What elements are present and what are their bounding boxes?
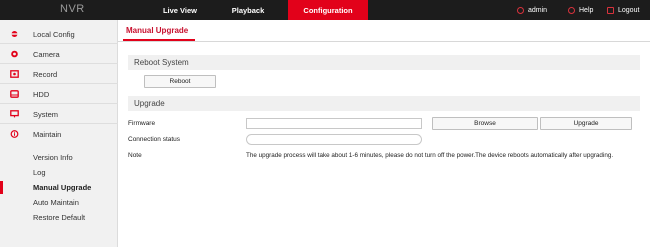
sidebar-sub-version-info[interactable]: Version Info xyxy=(33,153,73,162)
connection-status-label: Connection status xyxy=(128,136,181,143)
upgrade-button[interactable]: Upgrade xyxy=(540,117,632,130)
top-bar: NVR Live View Playback Configuration adm… xyxy=(0,0,650,20)
reboot-button[interactable]: Reboot xyxy=(144,75,216,88)
nav-configuration[interactable]: Configuration xyxy=(288,0,368,20)
sidebar: Local Config Camera Record HDD System Ma… xyxy=(0,20,118,247)
sidebar-sub-log[interactable]: Log xyxy=(33,168,46,177)
logout-icon xyxy=(607,6,614,14)
help-label: Help xyxy=(579,6,594,14)
sidebar-item-record[interactable]: Record xyxy=(0,64,118,84)
sidebar-item-hdd[interactable]: HDD xyxy=(0,84,118,104)
sidebar-sub-manual-upgrade[interactable]: Manual Upgrade xyxy=(33,183,91,192)
sidebar-item-camera[interactable]: Camera xyxy=(0,44,118,64)
firmware-label: Firmware xyxy=(128,120,156,127)
info-icon xyxy=(10,130,19,138)
admin-user[interactable]: admin xyxy=(517,0,547,20)
logout-link[interactable]: Logout xyxy=(607,0,639,20)
tab-divider xyxy=(118,41,650,42)
help-icon xyxy=(568,6,575,14)
logout-label: Logout xyxy=(618,6,640,14)
sidebar-item-label: Camera xyxy=(33,50,60,59)
monitor-icon xyxy=(10,110,19,118)
record-icon xyxy=(10,70,19,78)
main-panel: Manual Upgrade Reboot System Reboot Upgr… xyxy=(118,20,650,247)
nav-playback[interactable]: Playback xyxy=(218,0,278,20)
nav-live-view[interactable]: Live View xyxy=(150,0,210,20)
sidebar-item-system[interactable]: System xyxy=(0,104,118,124)
note-text: The upgrade process will take about 1-6 … xyxy=(246,152,614,159)
firmware-path-field[interactable] xyxy=(246,118,422,129)
sidebar-sub-auto-maintain[interactable]: Auto Maintain xyxy=(33,198,79,207)
user-icon xyxy=(517,6,524,14)
sidebar-item-label: Local Config xyxy=(33,30,75,39)
help-link[interactable]: Help xyxy=(568,0,593,20)
sidebar-sub-restore-default[interactable]: Restore Default xyxy=(33,213,85,222)
sidebar-item-label: Record xyxy=(33,70,58,79)
hdd-icon xyxy=(10,90,19,98)
tab-manual-upgrade[interactable]: Manual Upgrade xyxy=(126,26,188,35)
sidebar-item-maintain[interactable]: Maintain xyxy=(0,124,118,144)
camera-icon xyxy=(11,50,18,58)
nvr-logo: NVR xyxy=(60,3,85,15)
sidebar-item-label: HDD xyxy=(33,90,50,99)
note-label: Note xyxy=(128,152,142,159)
reboot-section-header: Reboot System xyxy=(128,55,640,70)
sidebar-item-label: Maintain xyxy=(33,130,62,139)
admin-label: admin xyxy=(528,6,548,14)
active-indicator xyxy=(0,181,3,194)
sidebar-item-label: System xyxy=(33,110,59,119)
upgrade-section-header: Upgrade xyxy=(128,96,640,111)
connection-status-bar xyxy=(246,134,422,145)
local-config-icon xyxy=(11,31,18,37)
sidebar-item-local-config[interactable]: Local Config xyxy=(0,24,118,44)
browse-button[interactable]: Browse xyxy=(432,117,538,130)
